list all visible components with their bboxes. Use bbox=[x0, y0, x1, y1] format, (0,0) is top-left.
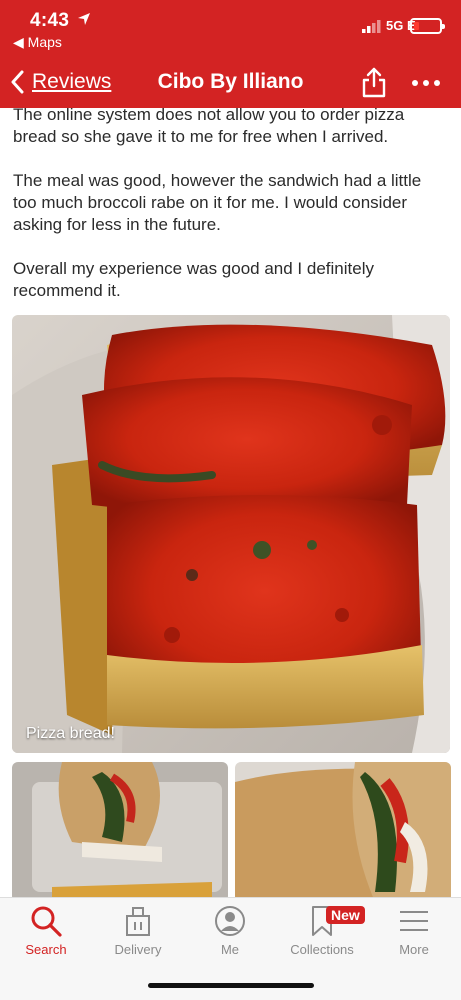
sandwich-closeup-image bbox=[235, 762, 451, 902]
tab-more[interactable]: More bbox=[368, 904, 460, 964]
home-indicator[interactable] bbox=[148, 983, 314, 988]
new-badge: New bbox=[326, 906, 365, 924]
review-content: The online system does not allow you to … bbox=[0, 105, 461, 324]
menu-icon bbox=[400, 911, 428, 931]
nav-bar: Reviews Cibo By Illiano bbox=[0, 56, 461, 108]
back-to-app-link[interactable]: ◀ Maps bbox=[13, 34, 62, 51]
page-title: Cibo By Illiano bbox=[157, 70, 304, 93]
review-paragraph: The online system does not allow you to … bbox=[13, 105, 405, 146]
sandwich-image bbox=[12, 762, 228, 902]
photo-caption: Pizza bread! bbox=[26, 725, 115, 742]
status-bar: 4:43 ◀ Maps 5G E bbox=[0, 0, 461, 56]
app-header: 4:43 ◀ Maps 5G E Reviews Cibo By Illiano bbox=[0, 0, 461, 108]
review-photo-main[interactable]: Pizza bread! bbox=[12, 315, 450, 753]
share-icon[interactable] bbox=[361, 66, 387, 98]
tab-label: Search bbox=[25, 942, 67, 957]
tab-me[interactable]: Me bbox=[184, 904, 276, 964]
delivery-bag-icon bbox=[126, 907, 150, 936]
tab-label: More bbox=[399, 942, 429, 957]
review-photo-thumbnail[interactable] bbox=[235, 762, 451, 902]
more-options-icon[interactable] bbox=[410, 78, 442, 88]
review-photo-thumbnail[interactable] bbox=[12, 762, 228, 902]
tab-label: Collections bbox=[290, 942, 354, 957]
tab-collections[interactable]: New Collections bbox=[276, 904, 368, 964]
review-text: The online system does not allow you to … bbox=[0, 104, 461, 302]
tab-label: Delivery bbox=[114, 942, 162, 957]
tab-delivery[interactable]: Delivery bbox=[92, 904, 184, 964]
review-paragraph: Overall my experience was good and I def… bbox=[13, 259, 374, 300]
pizza-bread-image bbox=[12, 315, 450, 753]
profile-icon bbox=[215, 906, 245, 936]
battery-icon bbox=[410, 18, 445, 34]
status-time: 4:43 bbox=[30, 10, 70, 31]
cellular-signal-icon bbox=[362, 20, 381, 33]
tab-search[interactable]: Search bbox=[0, 904, 92, 964]
location-arrow-icon bbox=[78, 13, 90, 25]
search-icon bbox=[31, 906, 62, 937]
tab-label: Me bbox=[220, 942, 240, 957]
review-paragraph: The meal was good, however the sandwich … bbox=[13, 171, 422, 234]
